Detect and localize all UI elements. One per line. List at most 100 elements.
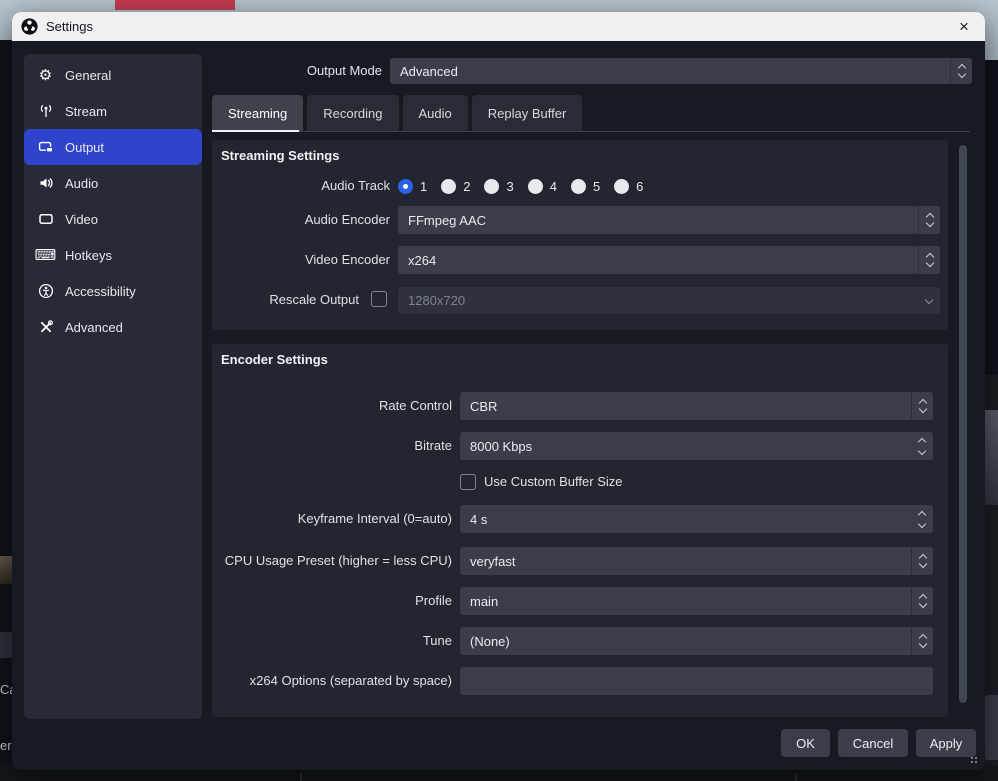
profile-label: Profile [212,587,452,615]
rate-control-select[interactable]: CBR [460,392,933,420]
sidebar-item-label: Stream [65,104,107,119]
tune-select[interactable]: (None) [460,627,933,655]
spinner-icon[interactable] [911,392,933,420]
output-icon [37,139,54,156]
resize-grip[interactable] [970,756,979,765]
section-title: Encoder Settings [221,352,328,367]
audio-track-radio-6[interactable]: 6 [614,179,643,194]
keyboard-icon: ⌨ [37,247,54,264]
antenna-icon [37,103,54,120]
radio-icon[interactable] [528,179,543,194]
background-panel-edge [983,695,998,760]
sidebar-item-stream[interactable]: Stream [24,93,202,129]
spinner-icon[interactable] [911,432,933,460]
rescale-output-checkbox[interactable] [371,291,387,307]
spinner-icon[interactable] [950,58,972,84]
tab-replay-buffer[interactable]: Replay Buffer [472,95,583,131]
display-icon [37,211,54,228]
video-encoder-select[interactable]: x264 [398,246,940,274]
rescale-output-label: Rescale Output [212,286,359,314]
sidebar-item-general[interactable]: ⚙ General [24,57,202,93]
tab-audio[interactable]: Audio [403,95,468,131]
sidebar-item-output[interactable]: Output [24,129,202,165]
output-mode-select[interactable]: Advanced [390,58,972,84]
title-bar[interactable]: Settings × [12,12,985,41]
background-text-fragment: er [0,738,12,753]
sidebar-item-advanced[interactable]: Advanced [24,309,202,345]
output-mode-value: Advanced [390,58,950,84]
audio-track-radio-2[interactable]: 2 [441,179,470,194]
background-thumbnail [0,556,12,584]
audio-track-radio-1[interactable]: 1 [398,179,427,194]
settings-sidebar: ⚙ General Stream Output [24,54,202,719]
rate-control-label: Rate Control [212,392,452,420]
spinner-icon[interactable] [911,547,933,575]
sidebar-item-hotkeys[interactable]: ⌨ Hotkeys [24,237,202,273]
x264-options-input[interactable] [460,667,933,695]
cancel-button[interactable]: Cancel [838,729,908,757]
bitrate-spinner[interactable]: 8000 Kbps [460,432,933,460]
radio-icon[interactable] [484,179,499,194]
sidebar-item-audio[interactable]: Audio [24,165,202,201]
dock-divider [795,773,797,781]
spinner-icon[interactable] [918,246,940,274]
scrollbar-thumb[interactable] [959,145,967,703]
tabbar-divider [212,131,970,132]
profile-select[interactable]: main [460,587,933,615]
streaming-settings-panel: Streaming Settings Audio Track 1 2 3 4 5… [212,140,948,330]
spinner-icon[interactable] [918,206,940,234]
sidebar-item-label: Video [65,212,98,227]
radio-icon[interactable] [571,179,586,194]
chevron-down-icon [918,287,940,314]
spinner-icon[interactable] [911,627,933,655]
sidebar-item-label: General [65,68,111,83]
encoder-settings-panel: Encoder Settings Rate Control CBR Bitrat… [212,344,948,717]
radio-checked-icon[interactable] [398,179,413,194]
apply-button[interactable]: Apply [916,729,976,757]
window-title: Settings [46,19,93,34]
tune-label: Tune [212,627,452,655]
close-icon[interactable]: × [949,12,979,41]
keyframe-interval-spinner[interactable]: 4 s [460,505,933,533]
dock-divider [300,773,302,781]
tab-recording[interactable]: Recording [307,95,398,131]
tab-streaming[interactable]: Streaming [212,95,303,131]
output-tabbar: Streaming Recording Audio Replay Buffer [212,95,582,131]
video-encoder-label: Video Encoder [212,246,390,274]
sidebar-item-label: Audio [65,176,98,191]
cpu-preset-label: CPU Usage Preset (higher = less CPU) [212,547,452,575]
cpu-preset-select[interactable]: veryfast [460,547,933,575]
sidebar-item-accessibility[interactable]: Accessibility [24,273,202,309]
custom-buffer-checkbox[interactable] [460,474,476,490]
audio-encoder-label: Audio Encoder [212,206,390,234]
scrollbar-track[interactable] [958,143,968,717]
background-bar [0,632,12,658]
sidebar-item-label: Advanced [65,320,123,335]
audio-track-radio-3[interactable]: 3 [484,179,513,194]
radio-icon[interactable] [441,179,456,194]
sidebar-item-video[interactable]: Video [24,201,202,237]
accessibility-icon [37,283,54,300]
sidebar-item-label: Accessibility [65,284,136,299]
spinner-icon[interactable] [911,505,933,533]
audio-track-radio-4[interactable]: 4 [528,179,557,194]
section-title: Streaming Settings [221,148,339,163]
audio-track-label: Audio Track [212,172,390,200]
audio-track-radio-5[interactable]: 5 [571,179,600,194]
settings-dialog: Settings × ⚙ General Stream O [12,12,985,770]
sidebar-item-label: Hotkeys [65,248,112,263]
rescale-resolution-combo: 1280x720 [398,287,940,314]
audio-encoder-select[interactable]: FFmpeg AAC [398,206,940,234]
radio-icon[interactable] [614,179,629,194]
active-tab-underline [212,130,299,132]
ok-button[interactable]: OK [781,729,830,757]
desktop-background-highlight [985,410,998,505]
sidebar-item-label: Output [65,140,104,155]
audio-track-radios: 1 2 3 4 5 6 [398,175,643,197]
bitrate-label: Bitrate [212,432,452,460]
gear-icon: ⚙ [37,67,54,84]
custom-buffer-label[interactable]: Use Custom Buffer Size [484,473,622,491]
spinner-icon[interactable] [911,587,933,615]
speaker-icon [37,175,54,192]
tools-icon [37,319,54,336]
